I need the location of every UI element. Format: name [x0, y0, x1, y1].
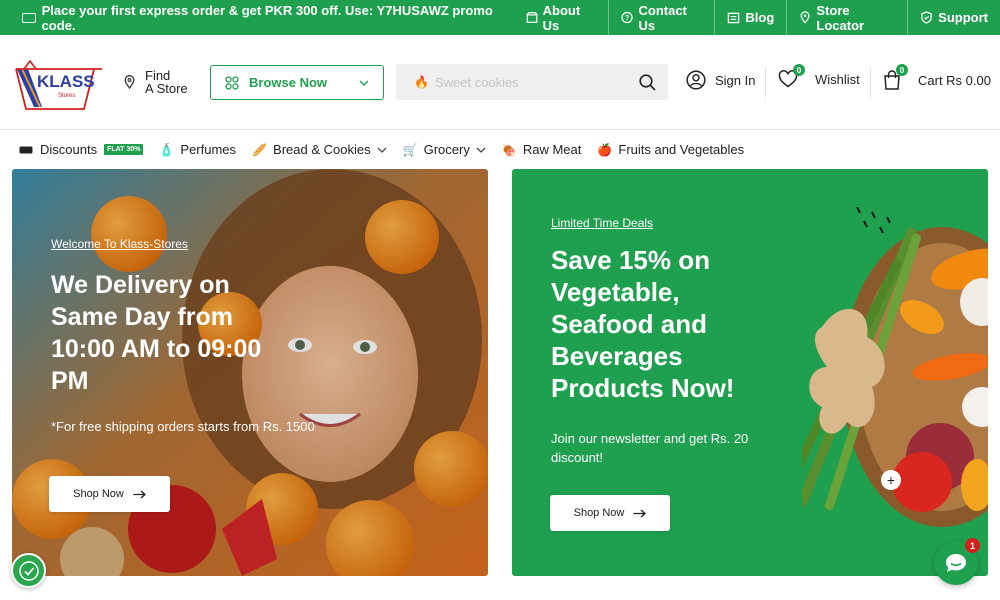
nav-item-label: Discounts [40, 142, 98, 157]
hero-left-note: *For free shipping orders starts from Rs… [51, 419, 315, 434]
chevron-down-icon [476, 145, 486, 155]
calendar-icon [728, 12, 740, 24]
hero-right-content: Limited Time Deals Save 15% on Vegetable… [551, 216, 781, 467]
find-store-text: Find A Store [145, 69, 188, 95]
search-bar: 🔥 [396, 64, 668, 100]
arrow-right-icon [633, 509, 647, 517]
find-store-link[interactable]: Find A Store [124, 69, 188, 95]
nav-item-label: Grocery [423, 142, 470, 157]
cart-icon-wrap: 0 [883, 64, 908, 90]
support-link[interactable]: Support [907, 0, 1000, 35]
svg-text:?: ? [625, 15, 629, 22]
chat-widget-button[interactable]: 1 [934, 538, 980, 585]
nav-item-bread-cookies[interactable]: 🥖 Bread & Cookies [252, 142, 387, 157]
find-store-line2: A Store [145, 81, 188, 96]
nav-item-discounts[interactable]: Discounts FLAT 30% [19, 142, 144, 157]
store-locator-label: Store Locator [816, 2, 865, 33]
grocery-cart-icon: 🛒 [402, 142, 418, 157]
wishlist-link[interactable]: 0 Wishlist [778, 64, 860, 88]
search-input[interactable] [434, 74, 639, 90]
about-us-label: About Us [542, 2, 581, 33]
hero-right-kicker[interactable]: Limited Time Deals [551, 216, 781, 230]
promo-text: Place your first express order & get PKR… [41, 2, 493, 33]
location-pin-icon [124, 75, 135, 89]
apple-icon: 🍎 [597, 142, 613, 157]
hero-right-headline: Save 15% on Vegetable, Seafood and Bever… [551, 245, 735, 403]
promo-message: Place your first express order & get PKR… [0, 3, 514, 33]
klass-stores-logo[interactable]: KLASS Stores [14, 51, 102, 111]
sign-in-link[interactable]: Sign In [686, 70, 755, 90]
hero-left-kicker[interactable]: Welcome To Klass-Stores [51, 237, 315, 251]
cart-link[interactable]: 0 Cart Rs 0.00 [883, 64, 991, 90]
flame-icon: 🔥 [414, 75, 429, 89]
accessibility-icon [18, 560, 39, 581]
nav-item-label: Bread & Cookies [273, 142, 371, 157]
shield-icon [921, 11, 932, 24]
accessibility-widget-button[interactable] [11, 553, 46, 588]
nav-item-label: Perfumes [180, 142, 237, 157]
bread-icon: 🥖 [252, 142, 267, 157]
contact-us-link[interactable]: ? Contact Us [608, 0, 714, 35]
hero-right-subtext: Join our newsletter and get Rs. 20 disco… [551, 431, 749, 465]
nav-item-grocery[interactable]: 🛒 Grocery [403, 142, 486, 157]
cart-label: Cart Rs 0.00 [918, 72, 991, 88]
logo-subtext: Stores [58, 93, 75, 99]
browse-now-label: Browse Now [249, 75, 328, 90]
help-circle-icon: ? [621, 11, 634, 24]
utility-links: About Us ? Contact Us Blog Store Locator… [514, 0, 1000, 35]
nav-item-label: Fruits and Vegetables [618, 142, 745, 157]
sale-tag-icon [19, 143, 33, 157]
category-nav: Discounts FLAT 30% 🧴 Perfumes 🥖 Bread & … [0, 131, 1000, 168]
hero-right-shop-now-button[interactable]: Shop Now [550, 495, 670, 531]
about-us-link[interactable]: About Us [514, 0, 609, 35]
wishlist-icon-wrap: 0 [778, 64, 805, 88]
header-divider [765, 68, 766, 98]
chevron-down-icon [377, 145, 387, 155]
store-icon [525, 12, 538, 23]
hero-left-shop-now-button[interactable]: Shop Now [49, 476, 170, 512]
sign-in-label: Sign In [715, 72, 756, 88]
header-divider [870, 68, 871, 98]
meat-icon: 🍖 [501, 142, 517, 157]
chat-unread-badge: 1 [965, 538, 980, 553]
nav-item-raw-meat[interactable]: 🍖 Raw Meat [502, 142, 582, 157]
grid-icon [225, 75, 239, 90]
promo-bar: Place your first express order & get PKR… [0, 0, 1000, 35]
arrow-right-icon [133, 490, 146, 498]
wishlist-label: Wishlist [815, 71, 860, 87]
perfume-icon: 🧴 [159, 142, 175, 157]
user-icon [686, 70, 706, 90]
logo-text: KLASS [37, 72, 95, 91]
blog-label: Blog [745, 10, 775, 25]
shop-now-label: Shop Now [73, 488, 124, 500]
hero-left-headline: We Delivery on Same Day from 10:00 AM to… [51, 271, 262, 395]
hero-banner-deals[interactable]: Limited Time Deals Save 15% on Vegetable… [512, 169, 988, 576]
blog-link[interactable]: Blog [714, 0, 786, 35]
plus-icon[interactable]: + [881, 470, 901, 490]
browse-now-button[interactable]: Browse Now [210, 65, 384, 100]
nav-item-label: Raw Meat [522, 142, 582, 157]
site-header: KLASS Stores Find A Store Browse Now 🔥 S… [0, 35, 1000, 130]
nav-item-fruits-vegetables[interactable]: 🍎 Fruits and Vegetables [597, 142, 744, 157]
location-pin-icon [800, 11, 810, 24]
chat-bubble-icon [946, 554, 966, 572]
cart-count-badge: 0 [896, 64, 908, 76]
store-locator-link[interactable]: Store Locator [786, 0, 907, 35]
chevron-down-icon [359, 80, 369, 86]
nav-item-perfumes[interactable]: 🧴 Perfumes [159, 142, 236, 157]
search-icon[interactable] [639, 73, 656, 91]
hero-banner-delivery[interactable]: Welcome To Klass-Stores We Delivery on S… [12, 169, 488, 576]
ticket-icon [22, 12, 36, 23]
wishlist-count-badge: 0 [793, 64, 805, 76]
support-label: Support [938, 10, 988, 25]
hero-left-content: Welcome To Klass-Stores We Delivery on S… [51, 237, 315, 434]
contact-us-label: Contact Us [638, 2, 687, 33]
shop-now-label: Shop Now [573, 507, 625, 519]
flat-discount-badge: FLAT 30% [104, 144, 144, 155]
